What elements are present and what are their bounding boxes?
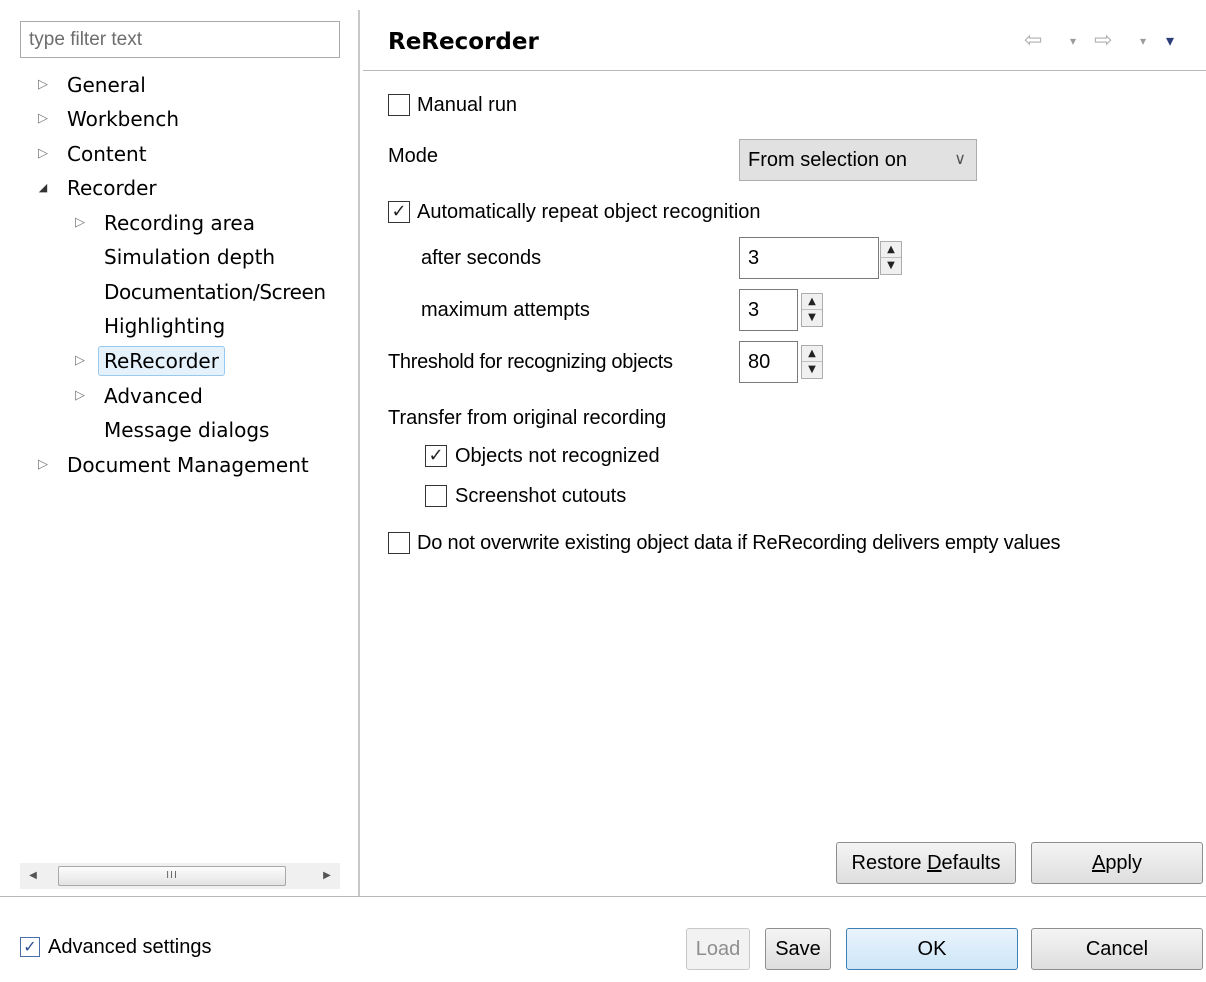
manual-run-checkbox[interactable] bbox=[388, 94, 410, 116]
tree-item-label: General bbox=[67, 73, 146, 97]
objects-not-recognized-checkbox[interactable]: ✓ bbox=[425, 445, 447, 467]
tree-item-rerecorder[interactable]: ▷ ReRecorder bbox=[73, 346, 356, 376]
tree-item-label: Message dialogs bbox=[104, 418, 270, 442]
back-history-dropdown-icon[interactable]: ▾ bbox=[1070, 26, 1076, 56]
preferences-tree-panel: ▷ General ▷ Workbench ▷ Content ◢ Record… bbox=[0, 0, 358, 896]
panel-divider[interactable] bbox=[358, 10, 360, 896]
advanced-settings-checkbox[interactable]: ✓ bbox=[20, 937, 40, 957]
tree-item-recording-area[interactable]: ▷ Recording area bbox=[73, 208, 356, 238]
check-icon: ✓ bbox=[391, 201, 407, 222]
spin-down-arrow-icon[interactable]: ▼ bbox=[802, 310, 822, 326]
tree-item-label: Recording area bbox=[104, 211, 255, 235]
view-menu-icon[interactable]: ▾ bbox=[1166, 26, 1174, 56]
auto-repeat-checkbox[interactable]: ✓ bbox=[388, 201, 410, 223]
mode-label: Mode bbox=[388, 145, 439, 167]
filter-text-input[interactable] bbox=[20, 21, 340, 58]
spin-down-arrow-icon[interactable]: ▼ bbox=[802, 362, 822, 378]
forward-arrow-icon[interactable]: ⇨ bbox=[1094, 26, 1112, 56]
apply-text: pply bbox=[1105, 852, 1143, 874]
expand-arrow-icon[interactable]: ▷ bbox=[73, 346, 87, 376]
tree-item-label: Simulation depth bbox=[104, 245, 276, 269]
load-button[interactable]: Load bbox=[686, 928, 750, 970]
page-title: ReRecorder bbox=[388, 29, 539, 55]
maximum-attempts-spinner[interactable]: ▲ ▼ bbox=[801, 293, 823, 327]
check-icon: ✓ bbox=[23, 937, 37, 956]
threshold-label: Threshold for recognizing objects bbox=[388, 351, 673, 373]
auto-repeat-label: Automatically repeat object recognition bbox=[417, 201, 761, 223]
maximum-attempts-input[interactable]: 3 bbox=[739, 289, 798, 331]
manual-run-label: Manual run bbox=[417, 94, 518, 116]
collapse-arrow-icon[interactable]: ◢ bbox=[36, 173, 50, 203]
expand-arrow-icon[interactable]: ▷ bbox=[73, 208, 87, 238]
mode-selected-value: From selection on bbox=[748, 149, 907, 171]
tree-item-label-selected: ReRecorder bbox=[98, 346, 225, 376]
tree-item-label: Content bbox=[67, 142, 147, 166]
expand-arrow-icon[interactable]: ▷ bbox=[36, 70, 50, 100]
tree-item-content[interactable]: ▷ Content bbox=[36, 139, 356, 169]
tree-item-label: Workbench bbox=[67, 107, 179, 131]
save-button[interactable]: Save bbox=[765, 928, 831, 970]
chevron-down-icon: ∨ bbox=[954, 151, 966, 168]
check-icon: ✓ bbox=[428, 445, 444, 466]
tree-item-label: Advanced bbox=[104, 384, 203, 408]
advanced-settings-label: Advanced settings bbox=[48, 936, 212, 958]
spin-up-arrow-icon[interactable]: ▲ bbox=[881, 242, 901, 258]
tree-item-document-management[interactable]: ▷ Document Management bbox=[36, 450, 356, 480]
tree-item-label: Document Management bbox=[67, 453, 309, 477]
scrollbar-thumb[interactable]: III bbox=[58, 866, 286, 886]
tree-item-message-dialogs[interactable]: Message dialogs bbox=[104, 415, 356, 445]
cancel-button[interactable]: Cancel bbox=[1031, 928, 1203, 970]
expand-arrow-icon[interactable]: ▷ bbox=[36, 139, 50, 169]
threshold-input[interactable]: 80 bbox=[739, 341, 798, 383]
restore-defaults-button[interactable]: Restore Defaults bbox=[836, 842, 1016, 884]
expand-arrow-icon[interactable]: ▷ bbox=[36, 450, 50, 480]
apply-mnemonic: A bbox=[1091, 852, 1106, 874]
footer-separator bbox=[0, 896, 1206, 897]
no-overwrite-label: Do not overwrite existing object data if… bbox=[417, 532, 1061, 554]
restore-defaults-mnemonic: D bbox=[927, 852, 942, 874]
apply-button[interactable]: Apply bbox=[1031, 842, 1203, 884]
tree-item-highlighting[interactable]: Highlighting bbox=[104, 311, 356, 341]
mode-dropdown[interactable]: From selection on ∨ bbox=[739, 139, 977, 181]
spin-up-arrow-icon[interactable]: ▲ bbox=[802, 346, 822, 362]
tree-item-label: Recorder bbox=[67, 176, 157, 200]
after-seconds-label: after seconds bbox=[421, 247, 542, 269]
spin-up-arrow-icon[interactable]: ▲ bbox=[802, 294, 822, 310]
expand-arrow-icon[interactable]: ▷ bbox=[73, 381, 87, 411]
tree-item-label: Highlighting bbox=[104, 314, 226, 338]
spin-down-arrow-icon[interactable]: ▼ bbox=[881, 258, 901, 274]
screenshot-cutouts-checkbox[interactable] bbox=[425, 485, 447, 507]
tree-item-simulation-depth[interactable]: Simulation depth bbox=[104, 242, 356, 272]
maximum-attempts-label: maximum attempts bbox=[421, 299, 590, 321]
screenshot-cutouts-label: Screenshot cutouts bbox=[455, 485, 627, 507]
no-overwrite-checkbox[interactable] bbox=[388, 532, 410, 554]
after-seconds-input[interactable]: 3 bbox=[739, 237, 879, 279]
restore-defaults-text: Restore bbox=[851, 852, 928, 874]
title-separator bbox=[363, 70, 1206, 71]
transfer-group-label: Transfer from original recording bbox=[388, 407, 667, 429]
scroll-left-arrow-icon[interactable]: ◀ bbox=[20, 863, 46, 889]
tree-item-recorder[interactable]: ◢ Recorder bbox=[36, 173, 356, 203]
tree-item-label: Documentation/Screen bbox=[104, 280, 326, 304]
expand-arrow-icon[interactable]: ▷ bbox=[36, 104, 50, 134]
tree-item-advanced[interactable]: ▷ Advanced bbox=[73, 381, 356, 411]
objects-not-recognized-label: Objects not recognized bbox=[455, 445, 660, 467]
threshold-spinner[interactable]: ▲ ▼ bbox=[801, 345, 823, 379]
tree-item-general[interactable]: ▷ General bbox=[36, 70, 356, 100]
back-arrow-icon[interactable]: ⇦ bbox=[1024, 26, 1042, 56]
scroll-right-arrow-icon[interactable]: ▶ bbox=[314, 863, 340, 889]
after-seconds-spinner[interactable]: ▲ ▼ bbox=[880, 241, 902, 275]
tree-item-workbench[interactable]: ▷ Workbench bbox=[36, 104, 356, 134]
ok-button[interactable]: OK bbox=[846, 928, 1018, 970]
horizontal-scrollbar[interactable]: ◀ III ▶ bbox=[20, 863, 340, 889]
restore-defaults-text-end: efaults bbox=[941, 852, 1001, 874]
tree-item-documentation-screen[interactable]: Documentation/Screen bbox=[104, 277, 356, 307]
forward-history-dropdown-icon[interactable]: ▾ bbox=[1140, 26, 1146, 56]
